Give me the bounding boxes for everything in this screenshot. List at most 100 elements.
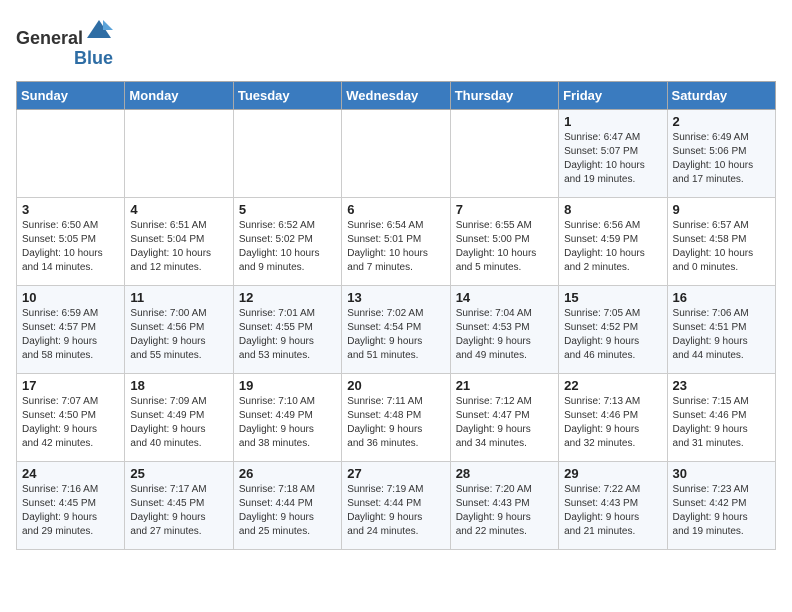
day-info: Sunrise: 6:57 AM Sunset: 4:58 PM Dayligh… [673,219,770,275]
weekday-header: Monday [125,81,233,109]
day-number: 13 [347,290,444,305]
day-number: 9 [673,202,770,217]
day-number: 26 [239,466,336,481]
day-number: 14 [456,290,553,305]
day-info: Sunrise: 7:23 AM Sunset: 4:42 PM Dayligh… [673,483,770,539]
calendar-cell: 11 Sunrise: 7:00 AM Sunset: 4:56 PM Dayli… [125,285,233,373]
calendar-cell: 18 Sunrise: 7:09 AM Sunset: 4:49 PM Dayli… [125,373,233,461]
logo: General Blue [16,16,113,69]
calendar-cell: 6 Sunrise: 6:54 AM Sunset: 5:01 PM Daylig… [342,197,450,285]
day-number: 25 [130,466,227,481]
day-number: 19 [239,378,336,393]
day-number: 30 [673,466,770,481]
weekday-header: Thursday [450,81,558,109]
day-info: Sunrise: 7:15 AM Sunset: 4:46 PM Dayligh… [673,395,770,451]
day-info: Sunrise: 6:47 AM Sunset: 5:07 PM Dayligh… [564,131,661,187]
day-number: 21 [456,378,553,393]
calendar-cell [450,109,558,197]
calendar-cell: 4 Sunrise: 6:51 AM Sunset: 5:04 PM Daylig… [125,197,233,285]
calendar-cell: 3 Sunrise: 6:50 AM Sunset: 5:05 PM Daylig… [17,197,125,285]
day-info: Sunrise: 6:59 AM Sunset: 4:57 PM Dayligh… [22,307,119,363]
day-info: Sunrise: 7:01 AM Sunset: 4:55 PM Dayligh… [239,307,336,363]
day-info: Sunrise: 7:18 AM Sunset: 4:44 PM Dayligh… [239,483,336,539]
calendar-cell: 25 Sunrise: 7:17 AM Sunset: 4:45 PM Dayli… [125,461,233,549]
day-info: Sunrise: 7:06 AM Sunset: 4:51 PM Dayligh… [673,307,770,363]
calendar-cell: 10 Sunrise: 6:59 AM Sunset: 4:57 PM Dayli… [17,285,125,373]
day-info: Sunrise: 7:04 AM Sunset: 4:53 PM Dayligh… [456,307,553,363]
day-info: Sunrise: 7:09 AM Sunset: 4:49 PM Dayligh… [130,395,227,451]
day-info: Sunrise: 6:52 AM Sunset: 5:02 PM Dayligh… [239,219,336,275]
weekday-header: Friday [559,81,667,109]
day-number: 22 [564,378,661,393]
calendar-cell: 22 Sunrise: 7:13 AM Sunset: 4:46 PM Dayli… [559,373,667,461]
calendar-cell [17,109,125,197]
day-number: 4 [130,202,227,217]
day-info: Sunrise: 6:54 AM Sunset: 5:01 PM Dayligh… [347,219,444,275]
calendar-table: SundayMondayTuesdayWednesdayThursdayFrid… [16,81,776,550]
day-info: Sunrise: 7:11 AM Sunset: 4:48 PM Dayligh… [347,395,444,451]
calendar-cell [233,109,341,197]
day-number: 20 [347,378,444,393]
day-number: 28 [456,466,553,481]
day-info: Sunrise: 7:02 AM Sunset: 4:54 PM Dayligh… [347,307,444,363]
calendar-cell: 30 Sunrise: 7:23 AM Sunset: 4:42 PM Dayli… [667,461,775,549]
day-info: Sunrise: 7:00 AM Sunset: 4:56 PM Dayligh… [130,307,227,363]
day-info: Sunrise: 7:22 AM Sunset: 4:43 PM Dayligh… [564,483,661,539]
day-number: 7 [456,202,553,217]
day-info: Sunrise: 7:17 AM Sunset: 4:45 PM Dayligh… [130,483,227,539]
calendar-cell: 9 Sunrise: 6:57 AM Sunset: 4:58 PM Daylig… [667,197,775,285]
day-number: 24 [22,466,119,481]
day-info: Sunrise: 7:16 AM Sunset: 4:45 PM Dayligh… [22,483,119,539]
calendar-cell: 8 Sunrise: 6:56 AM Sunset: 4:59 PM Daylig… [559,197,667,285]
calendar-cell: 26 Sunrise: 7:18 AM Sunset: 4:44 PM Dayli… [233,461,341,549]
calendar-cell: 24 Sunrise: 7:16 AM Sunset: 4:45 PM Dayli… [17,461,125,549]
day-number: 16 [673,290,770,305]
calendar-cell: 19 Sunrise: 7:10 AM Sunset: 4:49 PM Dayli… [233,373,341,461]
day-number: 5 [239,202,336,217]
calendar-cell: 2 Sunrise: 6:49 AM Sunset: 5:06 PM Daylig… [667,109,775,197]
day-number: 23 [673,378,770,393]
day-number: 18 [130,378,227,393]
weekday-header: Sunday [17,81,125,109]
day-info: Sunrise: 6:50 AM Sunset: 5:05 PM Dayligh… [22,219,119,275]
day-number: 1 [564,114,661,129]
logo-blue-text: Blue [74,49,113,69]
day-info: Sunrise: 7:19 AM Sunset: 4:44 PM Dayligh… [347,483,444,539]
calendar-cell [125,109,233,197]
calendar-cell: 16 Sunrise: 7:06 AM Sunset: 4:51 PM Dayli… [667,285,775,373]
day-number: 15 [564,290,661,305]
day-number: 11 [130,290,227,305]
logo-general: General [16,28,83,48]
day-number: 2 [673,114,770,129]
calendar-cell: 1 Sunrise: 6:47 AM Sunset: 5:07 PM Daylig… [559,109,667,197]
weekday-header: Saturday [667,81,775,109]
calendar-cell: 13 Sunrise: 7:02 AM Sunset: 4:54 PM Dayli… [342,285,450,373]
calendar-cell: 12 Sunrise: 7:01 AM Sunset: 4:55 PM Dayli… [233,285,341,373]
day-number: 17 [22,378,119,393]
weekday-header: Tuesday [233,81,341,109]
day-number: 10 [22,290,119,305]
calendar-cell: 14 Sunrise: 7:04 AM Sunset: 4:53 PM Dayli… [450,285,558,373]
day-number: 27 [347,466,444,481]
calendar-cell: 23 Sunrise: 7:15 AM Sunset: 4:46 PM Dayli… [667,373,775,461]
day-info: Sunrise: 6:56 AM Sunset: 4:59 PM Dayligh… [564,219,661,275]
day-info: Sunrise: 7:05 AM Sunset: 4:52 PM Dayligh… [564,307,661,363]
day-number: 8 [564,202,661,217]
day-info: Sunrise: 6:51 AM Sunset: 5:04 PM Dayligh… [130,219,227,275]
page-header: General Blue [16,16,776,69]
calendar-cell: 7Sunrise: 6:55 AM Sunset: 5:00 PM Daylig… [450,197,558,285]
calendar-cell: 17Sunrise: 7:07 AM Sunset: 4:50 PM Dayli… [17,373,125,461]
day-info: Sunrise: 7:10 AM Sunset: 4:49 PM Dayligh… [239,395,336,451]
day-info: Sunrise: 7:20 AM Sunset: 4:43 PM Dayligh… [456,483,553,539]
day-number: 3 [22,202,119,217]
calendar-cell: 28 Sunrise: 7:20 AM Sunset: 4:43 PM Dayli… [450,461,558,549]
day-info: Sunrise: 7:13 AM Sunset: 4:46 PM Dayligh… [564,395,661,451]
calendar-cell [342,109,450,197]
day-number: 12 [239,290,336,305]
calendar-cell: 15 Sunrise: 7:05 AM Sunset: 4:52 PM Dayli… [559,285,667,373]
calendar-cell: 27 Sunrise: 7:19 AM Sunset: 4:44 PM Dayli… [342,461,450,549]
day-number: 6 [347,202,444,217]
logo-icon [85,16,113,44]
day-info: Sunrise: 6:49 AM Sunset: 5:06 PM Dayligh… [673,131,770,187]
calendar-cell: 5 Sunrise: 6:52 AM Sunset: 5:02 PM Daylig… [233,197,341,285]
